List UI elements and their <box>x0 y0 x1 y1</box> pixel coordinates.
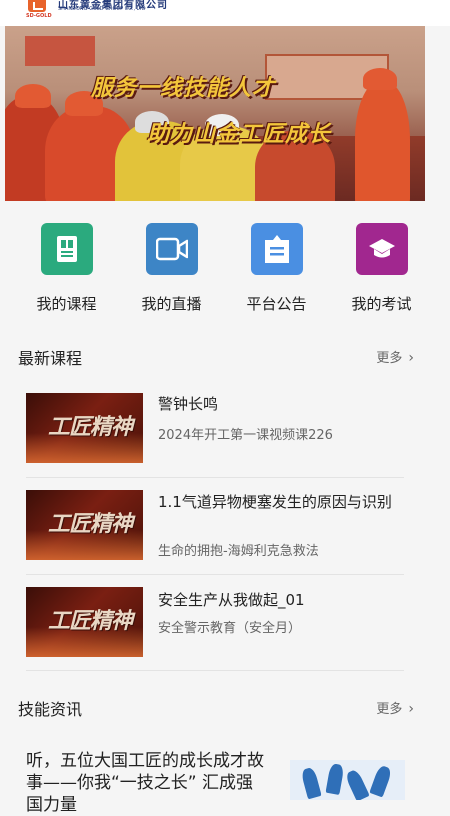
news-thumbnail[interactable] <box>290 760 405 800</box>
divider <box>26 477 404 478</box>
course-thumbnail: 工匠精神 <box>26 490 143 560</box>
banner-slogan-2: 助力山金工匠成长 <box>147 122 332 147</box>
divider <box>26 670 404 671</box>
top-bar: SD-GOLD 山东黄金集团有限公司 SHANDONG GOLD GROUP C… <box>0 0 450 26</box>
course-title: 1.1气道异物梗塞发生的原因与识别 <box>158 493 392 511</box>
shortcut-label: 平台公告 <box>246 295 307 313</box>
banner-slogan-1: 服务一线技能人才 <box>91 76 276 101</box>
shortcut-announcements[interactable]: 平台公告 <box>224 223 329 314</box>
announcement-icon <box>250 223 303 275</box>
shortcut-label: 我的直播 <box>141 295 202 313</box>
chevron-right-icon: › <box>408 350 414 366</box>
divider <box>26 574 404 575</box>
shortcut-my-courses[interactable]: 我的课程 <box>14 223 119 314</box>
section-title-latest-courses: 最新课程 <box>18 349 83 368</box>
course-list-item[interactable]: 工匠精神 警钟长鸣 2024年开工第一课视频课226 <box>26 393 404 489</box>
video-camera-icon <box>145 223 198 275</box>
more-label: 更多 <box>376 351 403 366</box>
shortcut-label: 我的课程 <box>36 295 97 313</box>
shortcut-my-live[interactable]: 我的直播 <box>119 223 224 314</box>
graduation-cap-icon <box>355 223 408 275</box>
latest-courses-more-link[interactable]: 更多 › <box>376 347 414 366</box>
logo-short: SD-GOLD <box>26 13 52 19</box>
company-logo: SD-GOLD 山东黄金集团有限公司 SHANDONG GOLD GROUP C… <box>22 0 182 26</box>
course-title: 安全生产从我做起_01 <box>158 591 305 609</box>
shortcut-my-exams[interactable]: 我的考试 <box>329 223 434 314</box>
course-thumbnail: 工匠精神 <box>26 587 143 657</box>
section-title-skill-news: 技能资讯 <box>18 700 83 719</box>
shortcut-grid: 我的课程 我的直播 平台公告 我的考试 <box>0 201 450 321</box>
course-title: 警钟长鸣 <box>158 395 219 413</box>
course-subtitle: 2024年开工第一课视频课226 <box>158 428 333 443</box>
course-list-item[interactable]: 工匠精神 1.1气道异物梗塞发生的原因与识别 生命的拥抱-海姆利克急救法 <box>26 490 404 586</box>
course-list-item[interactable]: 工匠精神 安全生产从我做起_01 安全警示教育（安全月） <box>26 587 404 683</box>
logo-mark-icon <box>28 0 46 12</box>
news-title[interactable]: 听，五位大国工匠的成长成才故事——你我“一技之长” 汇成强国力量 <box>26 750 266 816</box>
skill-news-more-link[interactable]: 更多 › <box>376 698 414 717</box>
shortcut-label: 我的考试 <box>351 295 412 313</box>
book-icon <box>40 223 93 275</box>
chevron-right-icon: › <box>408 701 414 717</box>
course-subtitle: 安全警示教育（安全月） <box>158 621 302 636</box>
more-label: 更多 <box>376 702 403 717</box>
company-name-en: SHANDONG GOLD GROUP CO., LTD <box>58 6 146 12</box>
course-subtitle: 生命的拥抱-海姆利克急救法 <box>158 544 319 559</box>
course-thumbnail: 工匠精神 <box>26 393 143 463</box>
banner-carousel[interactable]: 服务一线技能人才 助力山金工匠成长 <box>5 26 425 201</box>
